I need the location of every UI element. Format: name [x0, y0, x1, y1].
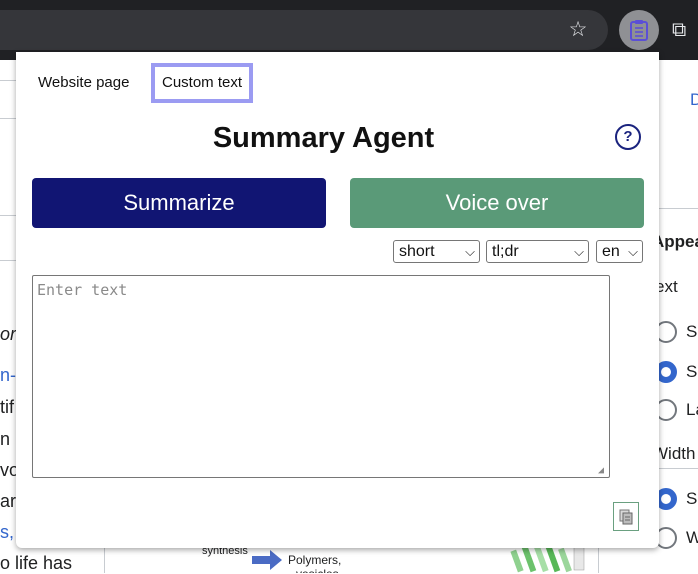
- clipboard-extension-icon: [630, 20, 648, 41]
- bg-text-line: o life has: [0, 553, 73, 573]
- star-icon[interactable]: ☆: [566, 18, 590, 42]
- divider: [0, 118, 16, 119]
- chevron-down-icon: ⌵: [628, 244, 638, 259]
- figure-arrow-icon: [252, 550, 282, 570]
- divider: [0, 215, 16, 216]
- corner-link[interactable]: D: [690, 90, 698, 110]
- figure-label: Polymers,: [288, 553, 342, 567]
- figure-label: vesicles: [296, 567, 339, 573]
- radio-label: S: [686, 322, 698, 341]
- puzzle-icon[interactable]: ⧉: [672, 18, 698, 42]
- browser-toolbar: ☆ ⧉: [0, 0, 698, 60]
- copy-button[interactable]: [613, 502, 639, 531]
- bg-text-line: n: [0, 429, 11, 449]
- length-select-value: short: [399, 243, 435, 260]
- divider: [0, 80, 16, 81]
- voice-over-button[interactable]: Voice over: [350, 178, 644, 228]
- radio-label: S: [686, 489, 698, 508]
- bg-text-line: or: [0, 324, 17, 344]
- radio-label: S: [686, 362, 698, 381]
- text-input-placeholder: Enter text: [37, 281, 128, 299]
- bg-text-line: tif: [0, 397, 15, 417]
- chevron-down-icon: ⌵: [465, 244, 475, 259]
- address-bar[interactable]: [0, 10, 608, 50]
- divider: [0, 260, 16, 261]
- popup-title: Summary Agent: [212, 122, 435, 154]
- length-select[interactable]: short ⌵: [393, 240, 480, 263]
- resize-handle-icon[interactable]: ◢: [598, 466, 608, 476]
- bg-text-line: ar: [0, 491, 17, 511]
- mode-select[interactable]: tl;dr ⌵: [486, 240, 589, 263]
- copy-icon: [619, 509, 633, 524]
- language-select[interactable]: en ⌵: [596, 240, 643, 263]
- chevron-down-icon: ⌵: [574, 244, 584, 259]
- tab-custom-text[interactable]: Custom text: [151, 63, 253, 103]
- radio-label: W: [686, 528, 698, 547]
- summary-agent-popup: Website page Custom text Summary Agent ?…: [16, 52, 659, 548]
- help-icon[interactable]: ?: [615, 124, 641, 150]
- summarize-button[interactable]: Summarize: [32, 178, 326, 228]
- tab-website-page[interactable]: Website page: [38, 63, 148, 103]
- summary-extension-button[interactable]: [619, 10, 659, 50]
- bg-link-line[interactable]: s,: [0, 522, 14, 543]
- language-select-value: en: [602, 243, 620, 260]
- radio-label: La: [686, 400, 698, 419]
- text-input[interactable]: Enter text ◢: [32, 275, 610, 478]
- mode-select-value: tl;dr: [492, 243, 519, 260]
